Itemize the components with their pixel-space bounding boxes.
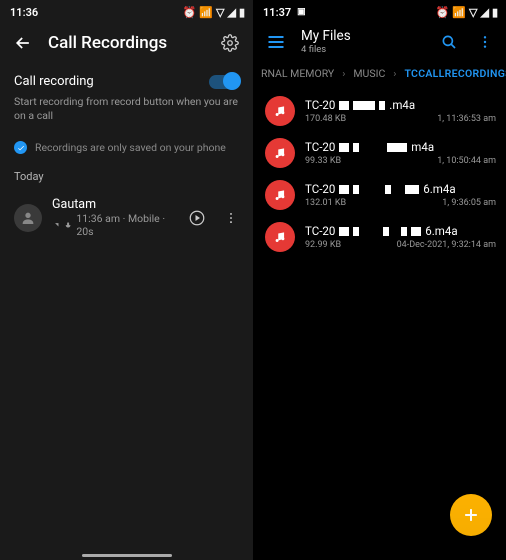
mic-icon	[64, 221, 72, 230]
note-text: Recordings are only saved on your phone	[35, 141, 226, 154]
alarm-icon: ⏰	[183, 6, 197, 19]
status-icons: ⏰ 📶 ▽ ◢ ▮	[436, 6, 498, 19]
file-meta: TC-20 6.m4a 92.99 KB 04-Dec-2021, 9:32:1…	[305, 224, 496, 250]
file-name: TC-20 6.m4a	[305, 182, 496, 196]
nav-bar	[0, 548, 253, 560]
audio-file-icon	[265, 180, 295, 210]
contact-name: Gautam	[52, 197, 175, 212]
recording-details: 11:36 am · Mobile · 20s	[52, 212, 175, 238]
file-sub: 99.33 KB 1, 10:50:44 am	[305, 156, 496, 166]
chevron-right-icon: ›	[342, 67, 345, 80]
network-icon: ◢	[480, 6, 488, 19]
crumb-current: TCCALLRECORDINGS	[404, 67, 506, 80]
menu-button[interactable]	[265, 31, 287, 53]
phone-right: 11:37 ▣ ⏰ 📶 ▽ ◢ ▮ My Files 4 files RNAL …	[253, 0, 506, 560]
file-row[interactable]: TC-20 6.m4a 92.99 KB 04-Dec-2021, 9:32:1…	[253, 216, 506, 258]
page-title: Call Recordings	[48, 33, 205, 53]
redacted	[353, 101, 375, 110]
status-bar: 11:37 ▣ ⏰ 📶 ▽ ◢ ▮	[253, 0, 506, 22]
status-bar: 11:36 ⏰ 📶 ▽ ◢ ▮	[0, 0, 253, 22]
call-recording-toggle[interactable]	[209, 75, 239, 89]
nav-pill[interactable]	[82, 554, 172, 557]
file-sub: 170.48 KB 1, 11:36:53 am	[305, 114, 496, 124]
signal-icon: 📶	[452, 6, 466, 19]
audio-file-icon	[265, 96, 295, 126]
more-button[interactable]	[219, 206, 243, 230]
wifi-icon: ▽	[469, 6, 477, 19]
redacted	[405, 185, 419, 194]
recording-meta: Gautam 11:36 am · Mobile · 20s	[52, 197, 175, 238]
recording-row[interactable]: Gautam 11:36 am · Mobile · 20s	[0, 191, 253, 244]
redacted	[385, 185, 391, 194]
file-meta: TC-20 m4a 99.33 KB 1, 10:50:44 am	[305, 140, 496, 166]
redacted	[339, 101, 349, 110]
alarm-icon: ⏰	[436, 6, 450, 19]
avatar	[14, 204, 42, 232]
status-time: 11:37	[263, 6, 291, 19]
crumb-music[interactable]: MUSIC	[353, 67, 385, 80]
shield-icon	[14, 141, 27, 154]
app-indicator-icon: ▣	[297, 7, 306, 17]
phone-left: 11:36 ⏰ 📶 ▽ ◢ ▮ Call Recordings Call rec…	[0, 0, 253, 560]
redacted	[339, 185, 349, 194]
outgoing-icon	[52, 221, 60, 230]
file-sub: 92.99 KB 04-Dec-2021, 9:32:14 am	[305, 240, 496, 250]
back-button[interactable]	[12, 32, 34, 54]
audio-file-icon	[265, 138, 295, 168]
status-time: 11:36	[10, 6, 38, 19]
spacer	[0, 244, 253, 548]
file-sub: 132.01 KB 1, 9:36:05 am	[305, 198, 496, 208]
app-title: My Files	[301, 28, 424, 44]
overflow-button[interactable]	[474, 31, 496, 53]
file-meta: TC-20 .m4a 170.48 KB 1, 11:36:53 am	[305, 98, 496, 124]
redacted	[353, 185, 359, 194]
storage-note: Recordings are only saved on your phone	[0, 135, 253, 168]
breadcrumb[interactable]: RNAL MEMORY › MUSIC › TCCALLRECORDINGS	[253, 59, 506, 90]
settings-button[interactable]	[219, 32, 241, 54]
redacted	[353, 227, 359, 236]
play-button[interactable]	[185, 206, 209, 230]
toggle-hint: Start recording from record button when …	[0, 93, 253, 135]
search-button[interactable]	[438, 31, 460, 53]
title-block: My Files 4 files	[301, 28, 424, 55]
redacted	[387, 143, 407, 152]
redacted	[353, 143, 359, 152]
file-name: TC-20 .m4a	[305, 98, 496, 112]
header: My Files 4 files	[253, 22, 506, 59]
status-icons: ⏰ 📶 ▽ ◢ ▮	[183, 6, 245, 19]
crumb-internal[interactable]: RNAL MEMORY	[261, 67, 334, 80]
redacted	[383, 227, 389, 236]
file-name: TC-20 m4a	[305, 140, 496, 154]
network-icon: ◢	[227, 6, 235, 19]
battery-icon: ▮	[492, 6, 498, 19]
audio-file-icon	[265, 222, 295, 252]
fab-add[interactable]	[450, 494, 492, 536]
redacted	[401, 227, 407, 236]
redacted	[339, 143, 349, 152]
signal-icon: 📶	[199, 6, 213, 19]
battery-icon: ▮	[239, 6, 245, 19]
call-recording-toggle-row: Call recording	[0, 64, 253, 93]
redacted	[379, 101, 385, 110]
file-row[interactable]: TC-20 m4a 99.33 KB 1, 10:50:44 am	[253, 132, 506, 174]
header: Call Recordings	[0, 22, 253, 64]
file-meta: TC-20 6.m4a 132.01 KB 1, 9:36:05 am	[305, 182, 496, 208]
redacted	[411, 227, 421, 236]
file-row[interactable]: TC-20 .m4a 170.48 KB 1, 11:36:53 am	[253, 90, 506, 132]
section-today: Today	[0, 168, 253, 191]
file-name: TC-20 6.m4a	[305, 224, 496, 238]
file-row[interactable]: TC-20 6.m4a 132.01 KB 1, 9:36:05 am	[253, 174, 506, 216]
toggle-label: Call recording	[14, 74, 94, 89]
redacted	[339, 227, 349, 236]
chevron-right-icon: ›	[393, 67, 396, 80]
file-count: 4 files	[301, 44, 424, 55]
wifi-icon: ▽	[216, 6, 224, 19]
